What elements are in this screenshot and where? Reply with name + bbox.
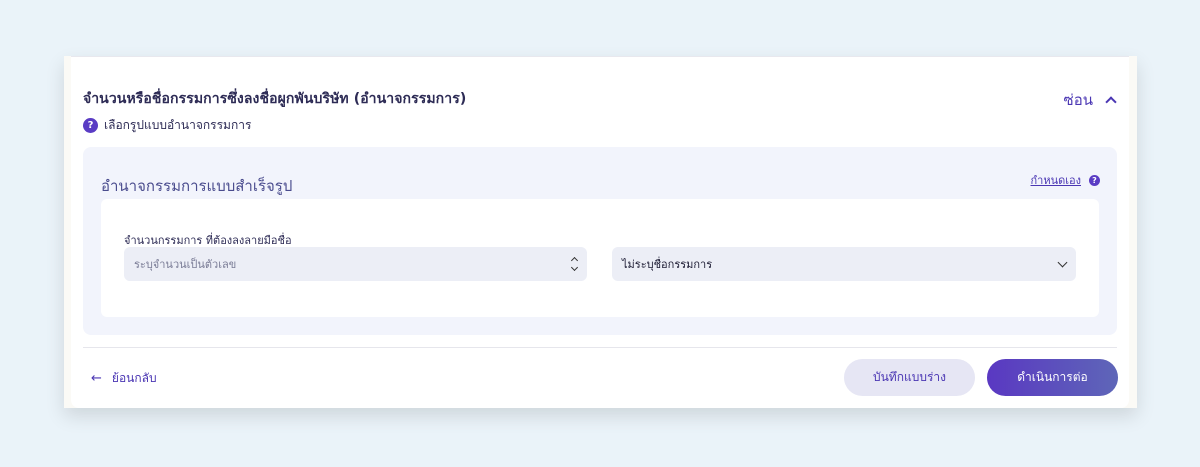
arrow-left-icon: ← <box>91 371 102 386</box>
save-draft-button[interactable]: บันทึกแบบร่าง <box>844 359 975 396</box>
help-text: เลือกรูปแบบอำนาจกรรมการ <box>104 118 252 132</box>
help-row: ? เลือกรูปแบบอำนาจกรรมการ <box>83 116 251 135</box>
hide-toggle-button[interactable]: ซ่อน <box>1063 88 1117 112</box>
authority-card: จำนวนหรือชื่อกรรมการซึ่งลงชื่อผูกพันบริษ… <box>71 56 1129 408</box>
stepper-down-icon[interactable] <box>570 263 579 272</box>
custom-link[interactable]: กำหนดเอง <box>1031 171 1082 189</box>
fields-container: จำนวนกรรมการ ที่ต้องลงลายมือชื่อ ระบุจำน… <box>101 199 1099 317</box>
footer-divider <box>83 347 1117 348</box>
question-icon[interactable]: ? <box>1089 174 1100 186</box>
divider <box>71 56 1129 57</box>
director-count-placeholder: ระบุจำนวนเป็นตัวเลข <box>134 258 237 271</box>
number-stepper-icon[interactable] <box>570 256 579 272</box>
panel-title: อำนาจกรรมการแบบสำเร็จรูป <box>101 177 293 195</box>
director-name-selected: ไม่ระบุชื่อกรรมการ <box>622 258 713 271</box>
chevron-up-icon <box>1105 95 1117 108</box>
section-title: จำนวนหรือชื่อกรรมการซึ่งลงชื่อผูกพันบริษ… <box>83 91 467 107</box>
director-name-select[interactable]: ไม่ระบุชื่อกรรมการ <box>612 247 1076 281</box>
hide-toggle-label: ซ่อน <box>1063 91 1093 109</box>
back-button[interactable]: ← ย้อนกลับ <box>91 369 157 388</box>
custom-link-group: กำหนดเอง ? <box>1031 171 1100 189</box>
director-count-input[interactable]: ระบุจำนวนเป็นตัวเลข <box>124 247 587 281</box>
back-label: ย้อนกลับ <box>111 371 157 385</box>
preset-authority-panel: อำนาจกรรมการแบบสำเร็จรูป กำหนดเอง ? จำนว… <box>83 147 1117 335</box>
continue-button[interactable]: ดำเนินการต่อ <box>987 359 1118 396</box>
question-icon[interactable]: ? <box>83 118 98 133</box>
chevron-down-icon <box>1057 257 1068 267</box>
